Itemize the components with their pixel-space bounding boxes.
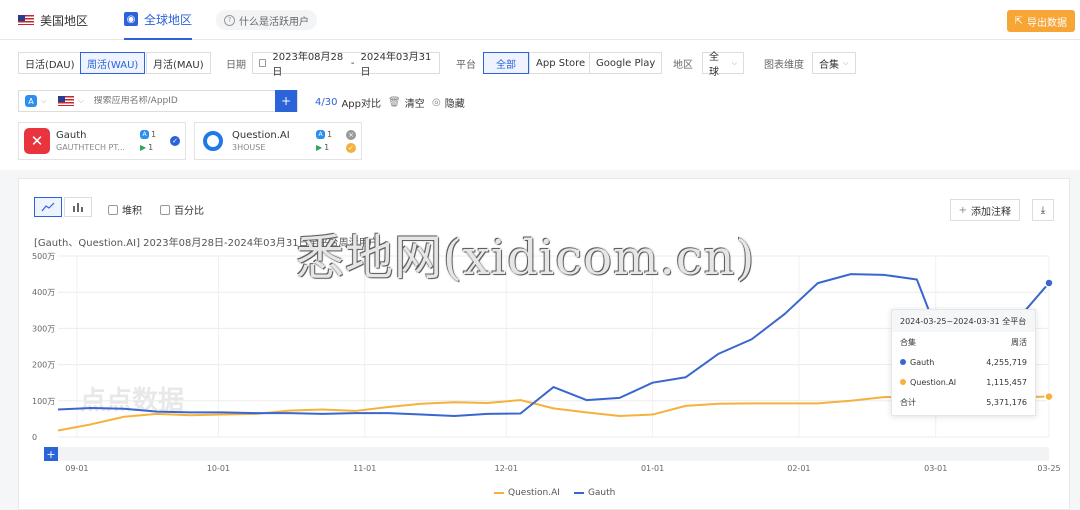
legend-item-questionai[interactable]: Question.AI (494, 488, 560, 498)
tooltip-total-label: 合计 (900, 397, 916, 407)
tooltip-series-value: 1,115,457 (986, 377, 1027, 387)
chart-legend: Question.AI Gauth (494, 488, 615, 498)
tooltip-series-name: Gauth (910, 357, 935, 367)
tooltip-header-row: 合集 周活 (892, 332, 1035, 352)
x-tick-label: 12-01 (495, 464, 518, 473)
tooltip-title: 2024-03-25~2024-03-31 全平台 (892, 310, 1035, 332)
y-tick-label: 500万 (32, 252, 55, 261)
tooltip-total-value: 5,371,176 (986, 397, 1027, 407)
site-watermark: 悉地网(xidicom.cn) (296, 230, 756, 286)
y-tick-label: 100万 (32, 397, 55, 406)
series-point (1044, 278, 1054, 288)
tooltip-series-value: 4,255,719 (986, 357, 1027, 367)
x-tick-label: 11-01 (353, 464, 376, 473)
legend-label: Question.AI (508, 488, 560, 498)
legend-line-icon (494, 492, 504, 494)
x-tick-label: 03-01 (924, 464, 947, 473)
tooltip-row-total: 合计 5,371,176 (892, 392, 1035, 412)
y-tick-label: 200万 (32, 361, 55, 370)
series-dot-icon (900, 378, 906, 385)
tooltip-col2: 周活 (1011, 337, 1027, 347)
tooltip-row-gauth: Gauth 4,255,719 (892, 352, 1035, 372)
x-tick-label: 09-01 (65, 464, 88, 473)
y-tick-label: 300万 (32, 324, 55, 333)
legend-item-gauth[interactable]: Gauth (573, 488, 616, 498)
chart-tooltip: 2024-03-25~2024-03-31 全平台 合集 周活 Gauth 4,… (891, 309, 1036, 416)
series-point (1044, 391, 1054, 402)
series-dot-icon (900, 358, 906, 365)
legend-label: Gauth (587, 488, 616, 498)
tooltip-series-name: Question.AI (910, 377, 957, 387)
x-tick-label: 02-01 (787, 464, 810, 473)
x-tick-label: 10-01 (207, 464, 230, 473)
y-tick-label: 0 (32, 433, 37, 442)
tooltip-row-questionai: Question.AI 1,115,457 (892, 372, 1035, 392)
tooltip-col1: 合集 (900, 337, 916, 347)
zoom-plus-button[interactable]: + (44, 447, 58, 461)
zoom-slider-track (58, 447, 1049, 461)
x-tick-label: 01-01 (641, 464, 664, 473)
y-tick-label: 400万 (32, 288, 55, 297)
legend-line-icon (573, 492, 584, 494)
x-tick-label: 03-25 (1037, 464, 1060, 473)
